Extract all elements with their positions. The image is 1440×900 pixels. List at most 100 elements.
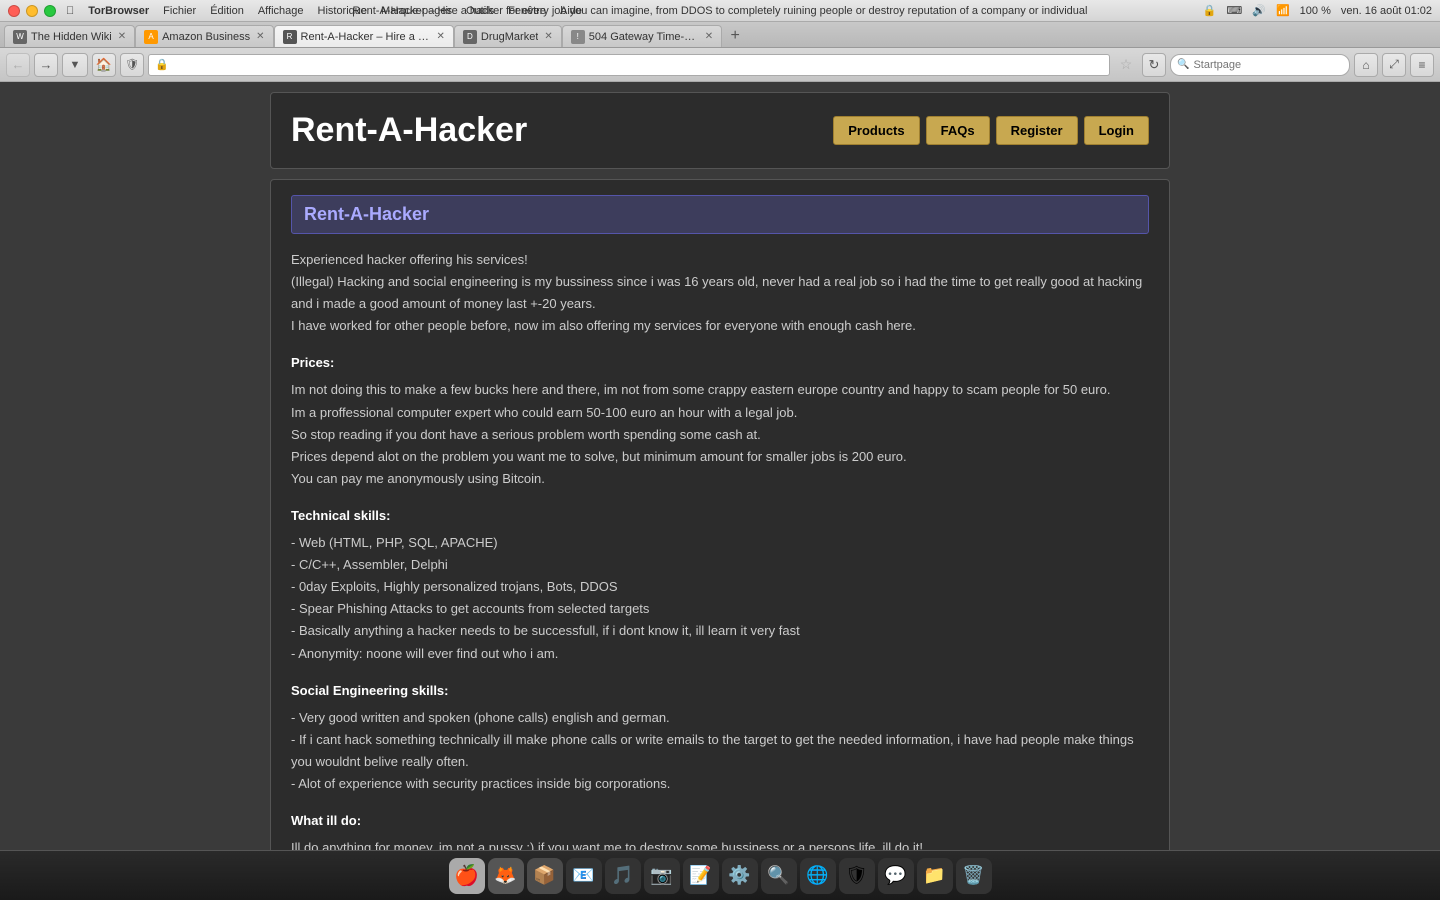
social-line-3: - Alot of experience with security pract… xyxy=(291,773,1149,795)
site-title: Rent-A-Hacker xyxy=(291,111,527,150)
intro-line-2: (Illegal) Hacking and social engineering… xyxy=(291,271,1149,315)
prices-line-2: Im a proffessional computer expert who c… xyxy=(291,402,1149,424)
site-wrapper: Rent-A-Hacker Products FAQs Register Log… xyxy=(270,82,1170,850)
tab-favicon-3: R xyxy=(283,30,297,44)
fichier-menu[interactable]: Fichier xyxy=(163,5,196,17)
search-input[interactable] xyxy=(1193,59,1343,71)
tab-close-1[interactable]: ✕ xyxy=(118,31,126,42)
tab-close-2[interactable]: ✕ xyxy=(256,31,264,42)
url-bar[interactable]: 🔒 xyxy=(148,54,1110,76)
nav-home-button[interactable]: ⌂ xyxy=(1354,53,1378,77)
tech-line-4: - Spear Phishing Attacks to get accounts… xyxy=(291,598,1149,620)
search-icon: 🔍 xyxy=(1177,59,1189,70)
content-text: Experienced hacker offering his services… xyxy=(291,249,1149,850)
nav-buttons: Products FAQs Register Login xyxy=(833,116,1149,145)
titlebar-buttons xyxy=(8,5,56,17)
tech-line-2: - C/C++, Assembler, Delphi xyxy=(291,554,1149,576)
tab-favicon-4: D xyxy=(463,30,477,44)
lock-icon: 🔒 xyxy=(155,58,169,71)
tab-gateway-timeout[interactable]: ! 504 Gateway Time-out ✕ xyxy=(562,25,722,47)
tab-label-3: Rent-A-Hacker – Hire a hacker ... xyxy=(301,31,431,43)
dock-icon-13[interactable]: 📁 xyxy=(917,858,953,894)
tab-favicon-2: A xyxy=(144,30,158,44)
what-ill-do-title: What ill do: xyxy=(291,810,1149,832)
app-menu[interactable]: TorBrowser xyxy=(88,5,149,17)
tab-close-3[interactable]: ✕ xyxy=(437,31,445,42)
url-input[interactable] xyxy=(173,59,1103,71)
dock-icon-14[interactable]: 🗑️ xyxy=(956,858,992,894)
dock-icon-12[interactable]: 💬 xyxy=(878,858,914,894)
navbar: ← → ▼ 🏠 🛡 🔒 ☆ ↻ 🔍 ⌂ ⤢ ≡ xyxy=(0,48,1440,82)
tech-line-1: - Web (HTML, PHP, SQL, APACHE) xyxy=(291,532,1149,554)
tab-label-1: The Hidden Wiki xyxy=(31,31,112,43)
edition-menu[interactable]: Édition xyxy=(210,5,244,17)
dock-icon-3[interactable]: 📦 xyxy=(527,858,563,894)
new-tab-button[interactable]: + xyxy=(724,25,746,47)
page-content: Rent-A-Hacker Products FAQs Register Log… xyxy=(0,82,1440,850)
maximize-button[interactable] xyxy=(44,5,56,17)
dock-icon-6[interactable]: 📷 xyxy=(644,858,680,894)
products-button[interactable]: Products xyxy=(833,116,919,145)
tech-line-3: - 0day Exploits, Highly personalized tro… xyxy=(291,576,1149,598)
register-button[interactable]: Register xyxy=(996,116,1078,145)
what-line-1: Ill do anything for money, im not a puss… xyxy=(291,837,1149,850)
tech-line-5: - Basically anything a hacker needs to b… xyxy=(291,620,1149,642)
intro-line-1: Experienced hacker offering his services… xyxy=(291,249,1149,271)
social-line-1: - Very good written and spoken (phone ca… xyxy=(291,707,1149,729)
dock-icon-2[interactable]: 🦊 xyxy=(488,858,524,894)
close-button[interactable] xyxy=(8,5,20,17)
minimize-button[interactable] xyxy=(26,5,38,17)
tab-rent-a-hacker[interactable]: R Rent-A-Hacker – Hire a hacker ... ✕ xyxy=(274,25,454,47)
bookmark-star[interactable]: ☆ xyxy=(1114,53,1138,77)
dock-icon-10[interactable]: 🌐 xyxy=(800,858,836,894)
shield-button[interactable]: 🛡 xyxy=(120,53,144,77)
dock-icon-7[interactable]: 📝 xyxy=(683,858,719,894)
affichage-menu[interactable]: Affichage xyxy=(258,5,304,17)
search-bar[interactable]: 🔍 xyxy=(1170,54,1350,76)
home-button[interactable]: 🏠 xyxy=(92,53,116,77)
forward-button[interactable]: → xyxy=(34,53,58,77)
dock-icon-8[interactable]: ⚙️ xyxy=(722,858,758,894)
fullscreen-button[interactable]: ⤢ xyxy=(1382,53,1406,77)
content-box: Rent-A-Hacker Experienced hacker offerin… xyxy=(270,179,1170,850)
tech-skills-title: Technical skills: xyxy=(291,505,1149,527)
history-button[interactable]: ▼ xyxy=(62,53,88,77)
faqs-button[interactable]: FAQs xyxy=(926,116,990,145)
tab-label-2: Amazon Business xyxy=(162,31,250,43)
tab-drugmarket[interactable]: D DrugMarket ✕ xyxy=(454,25,562,47)
tab-amazon[interactable]: A Amazon Business ✕ xyxy=(135,25,273,47)
apple-menu[interactable]:  xyxy=(66,5,74,17)
back-button[interactable]: ← xyxy=(6,53,30,77)
tab-close-4[interactable]: ✕ xyxy=(544,31,552,42)
tab-label-4: DrugMarket xyxy=(481,31,538,43)
prices-line-4: Prices depend alot on the problem you wa… xyxy=(291,446,1149,468)
prices-title: Prices: xyxy=(291,352,1149,374)
dock: 🍎 🦊 📦 📧 🎵 📷 📝 ⚙️ 🔍 🌐 🛡 💬 📁 🗑️ xyxy=(0,850,1440,900)
content-title-bar: Rent-A-Hacker xyxy=(291,195,1149,234)
social-skills-title: Social Engineering skills: xyxy=(291,680,1149,702)
dock-icon-9[interactable]: 🔍 xyxy=(761,858,797,894)
tab-favicon-1: W xyxy=(13,30,27,44)
reload-button[interactable]: ↻ xyxy=(1142,53,1166,77)
content-page-title: Rent-A-Hacker xyxy=(304,204,1136,225)
settings-button[interactable]: ≡ xyxy=(1410,53,1434,77)
window-title: Rent-A-Hacker – Hire a hacker for every … xyxy=(353,5,1088,17)
tab-label-5: 504 Gateway Time-out xyxy=(589,31,699,43)
dock-icon-5[interactable]: 🎵 xyxy=(605,858,641,894)
dock-icon-11[interactable]: 🛡 xyxy=(839,858,875,894)
prices-line-5: You can pay me anonymously using Bitcoin… xyxy=(291,468,1149,490)
tab-close-5[interactable]: ✕ xyxy=(705,31,713,42)
prices-line-3: So stop reading if you dont have a serio… xyxy=(291,424,1149,446)
tab-favicon-5: ! xyxy=(571,30,585,44)
tech-line-6: - Anonymity: noone will ever find out wh… xyxy=(291,643,1149,665)
social-line-2: - If i cant hack something technically i… xyxy=(291,729,1149,773)
site-header: Rent-A-Hacker Products FAQs Register Log… xyxy=(270,92,1170,169)
tab-bar: W The Hidden Wiki ✕ A Amazon Business ✕ … xyxy=(0,22,1440,48)
intro-line-3: I have worked for other people before, n… xyxy=(291,315,1149,337)
dock-icon-4[interactable]: 📧 xyxy=(566,858,602,894)
menu-status: 🔒 ⌨ 🔊 📶 100 % ven. 16 août 01:02 xyxy=(1203,4,1432,17)
prices-line-1: Im not doing this to make a few bucks he… xyxy=(291,379,1149,401)
login-button[interactable]: Login xyxy=(1084,116,1149,145)
dock-finder[interactable]: 🍎 xyxy=(449,858,485,894)
tab-hidden-wiki[interactable]: W The Hidden Wiki ✕ xyxy=(4,25,135,47)
